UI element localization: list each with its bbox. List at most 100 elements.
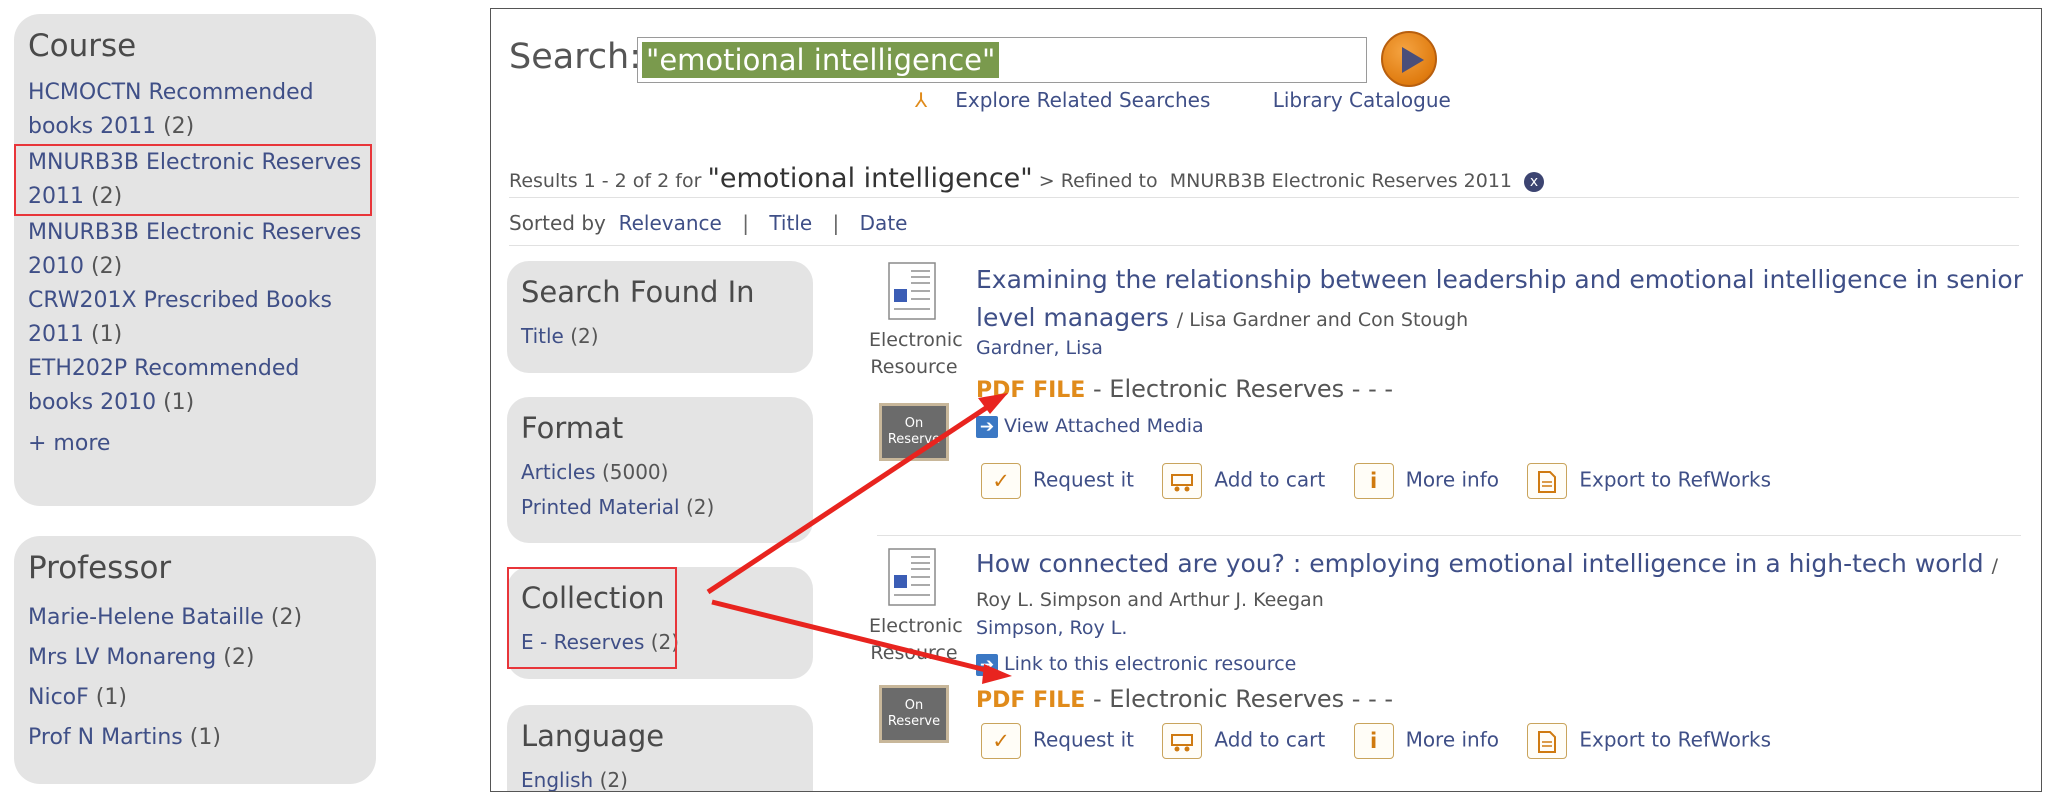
record-format-line: PDF FILE - Electronic Reserves - - - xyxy=(976,375,1394,403)
collection-highlight-box xyxy=(507,567,677,669)
info-icon: i xyxy=(1353,463,1394,499)
checkmark-icon: ✓ xyxy=(981,723,1021,759)
record-actions: ✓ Request it Add to cart i More info Expor… xyxy=(981,723,1793,763)
on-reserve-badge: On Reserve xyxy=(879,403,949,461)
on-reserve-badge: On Reserve xyxy=(879,685,949,743)
search-input[interactable]: "emotional intelligence" xyxy=(637,37,1367,83)
record-format-line: PDF FILE - Electronic Reserves - - - xyxy=(976,685,1394,713)
record-title: How connected are you? : employing emoti… xyxy=(976,545,2036,585)
professor-item[interactable]: NicoF (1) xyxy=(28,678,362,718)
course-item-label[interactable]: CRW201X Prescribed Books 2011 xyxy=(28,288,332,347)
course-item-count: (1) xyxy=(163,390,195,415)
library-catalogue-link[interactable]: Library Catalogue xyxy=(1273,88,1451,112)
export-refworks-button[interactable]: Export to RefWorks xyxy=(1527,463,1771,499)
document-export-icon xyxy=(1527,723,1568,759)
course-item[interactable]: ETH202P Recommended books 2010 (1) xyxy=(28,352,362,420)
record-type-label: Electronic Resource xyxy=(869,615,963,664)
course-item-selected[interactable]: MNURB3B Electronic Reserves 2011 (2) xyxy=(14,144,372,216)
course-item[interactable]: CRW201X Prescribed Books 2011 (1) xyxy=(28,284,362,352)
search-go-button[interactable] xyxy=(1381,31,1437,87)
search-input-value[interactable]: "emotional intelligence" xyxy=(642,42,1000,78)
professor-item[interactable]: Mrs LV Monareng (2) xyxy=(28,638,362,678)
language-facet: Language English (2) xyxy=(507,705,813,791)
format-heading: Format xyxy=(521,411,624,445)
more-info-button[interactable]: i More info xyxy=(1353,723,1499,759)
facet-item[interactable]: Title (2) xyxy=(521,319,799,354)
course-item-count: (2) xyxy=(91,184,123,209)
course-item[interactable]: MNURB3B Electronic Reserves 2010 (2) xyxy=(28,216,362,284)
results-query: "emotional intelligence" xyxy=(707,163,1033,194)
professor-item-label[interactable]: Prof N Martins xyxy=(28,725,183,750)
cart-icon xyxy=(1162,723,1203,759)
record-title-link[interactable]: How connected are you? : employing emoti… xyxy=(976,549,1984,578)
professor-item[interactable]: Prof N Martins (1) xyxy=(28,718,362,758)
professor-item-label[interactable]: Marie-Helene Bataille xyxy=(28,605,264,630)
play-icon xyxy=(1402,47,1424,73)
facet-item[interactable]: Articles (5000) xyxy=(521,455,799,490)
search-label: Search: xyxy=(509,37,642,77)
facet-item[interactable]: English (2) xyxy=(521,763,799,791)
results-summary: Results 1 - 2 of 2 for "emotional intell… xyxy=(509,163,1545,194)
divider xyxy=(509,197,2019,198)
divider xyxy=(877,535,2021,536)
add-to-cart-button[interactable]: Add to cart xyxy=(1162,723,1325,759)
sort-relevance-link[interactable]: Relevance xyxy=(619,211,722,235)
divider xyxy=(509,245,2019,246)
professor-item-label[interactable]: Mrs LV Monareng xyxy=(28,645,216,670)
cart-icon xyxy=(1162,463,1203,499)
view-attached-media-link[interactable]: ➔ View Attached Media xyxy=(976,415,1204,438)
request-it-button[interactable]: ✓ Request it xyxy=(981,463,1134,499)
arrow-right-icon: ➔ xyxy=(976,415,998,438)
sort-options: Sorted by Relevance | Title | Date xyxy=(509,211,908,235)
remove-refinement-icon[interactable]: x xyxy=(1524,171,1545,192)
document-icon xyxy=(888,548,936,606)
course-item-count: (1) xyxy=(91,322,123,347)
sort-title-link[interactable]: Title xyxy=(769,211,812,235)
record-author[interactable]: Simpson, Roy L. xyxy=(976,617,1127,639)
record-type-label: Electronic Resource xyxy=(869,329,963,378)
record-actions: ✓ Request it Add to cart i More info Expor… xyxy=(981,463,1793,503)
professor-facet-panel: Professor Marie-Helene Bataille (2) Mrs … xyxy=(14,536,376,784)
professor-item-count: (1) xyxy=(189,725,221,750)
record-slash: / xyxy=(1991,555,1999,577)
professor-item[interactable]: Marie-Helene Bataille (2) xyxy=(28,598,362,638)
course-item[interactable]: HCMOCTN Recommended books 2011 (2) xyxy=(28,76,362,144)
found-in-facet: Search Found In Title (2) xyxy=(507,261,813,373)
record-title: Examining the relationship between leade… xyxy=(976,261,2036,339)
more-info-button[interactable]: i More info xyxy=(1353,463,1499,499)
language-heading: Language xyxy=(521,719,665,753)
pdf-file-label: PDF FILE xyxy=(976,688,1086,713)
found-in-heading: Search Found In xyxy=(521,275,755,309)
professor-item-label[interactable]: NicoF xyxy=(28,685,89,710)
record-title-link[interactable]: Examining the relationship between leade… xyxy=(976,265,2023,332)
facet-item[interactable]: Printed Material (2) xyxy=(521,490,799,525)
format-facet: Format Articles (5000) Printed Material … xyxy=(507,397,813,543)
professor-item-count: (2) xyxy=(270,605,303,630)
sort-date-link[interactable]: Date xyxy=(860,211,908,235)
search-results-panel: Search: "emotional intelligence" ⅄ Explor… xyxy=(490,8,2042,792)
course-heading: Course xyxy=(28,28,137,64)
professor-heading: Professor xyxy=(28,550,172,586)
add-to-cart-button[interactable]: Add to cart xyxy=(1162,463,1325,499)
arrow-right-icon: ➔ xyxy=(976,653,998,676)
course-more-link[interactable]: + more xyxy=(28,426,362,462)
record-author[interactable]: Gardner, Lisa xyxy=(976,337,1103,359)
export-refworks-button[interactable]: Export to RefWorks xyxy=(1527,723,1771,759)
checkmark-icon: ✓ xyxy=(981,463,1021,499)
search-sub-links: ⅄ Explore Related Searches Library Catalo… xyxy=(915,88,1479,112)
document-icon xyxy=(888,262,936,320)
professor-item-count: (2) xyxy=(223,645,255,670)
course-item-label[interactable]: MNURB3B Electronic Reserves 2010 xyxy=(28,220,361,279)
record-responsibility: Roy L. Simpson and Arthur J. Keegan xyxy=(976,589,1324,611)
branch-icon: ⅄ xyxy=(915,88,928,112)
explore-related-link[interactable]: ⅄ Explore Related Searches xyxy=(915,88,1238,112)
course-facet-panel: Course HCMOCTN Recommended books 2011 (2… xyxy=(14,14,376,506)
electronic-resource-link[interactable]: ➔ Link to this electronic resource xyxy=(976,653,1296,676)
professor-item-count: (1) xyxy=(95,685,127,710)
pdf-file-label: PDF FILE xyxy=(976,378,1086,403)
course-item-count: (2) xyxy=(91,254,123,279)
course-item-label[interactable]: MNURB3B Electronic Reserves 2011 xyxy=(28,150,361,209)
document-export-icon xyxy=(1527,463,1568,499)
request-it-button[interactable]: ✓ Request it xyxy=(981,723,1134,759)
refined-value: MNURB3B Electronic Reserves 2011 xyxy=(1169,170,1513,192)
